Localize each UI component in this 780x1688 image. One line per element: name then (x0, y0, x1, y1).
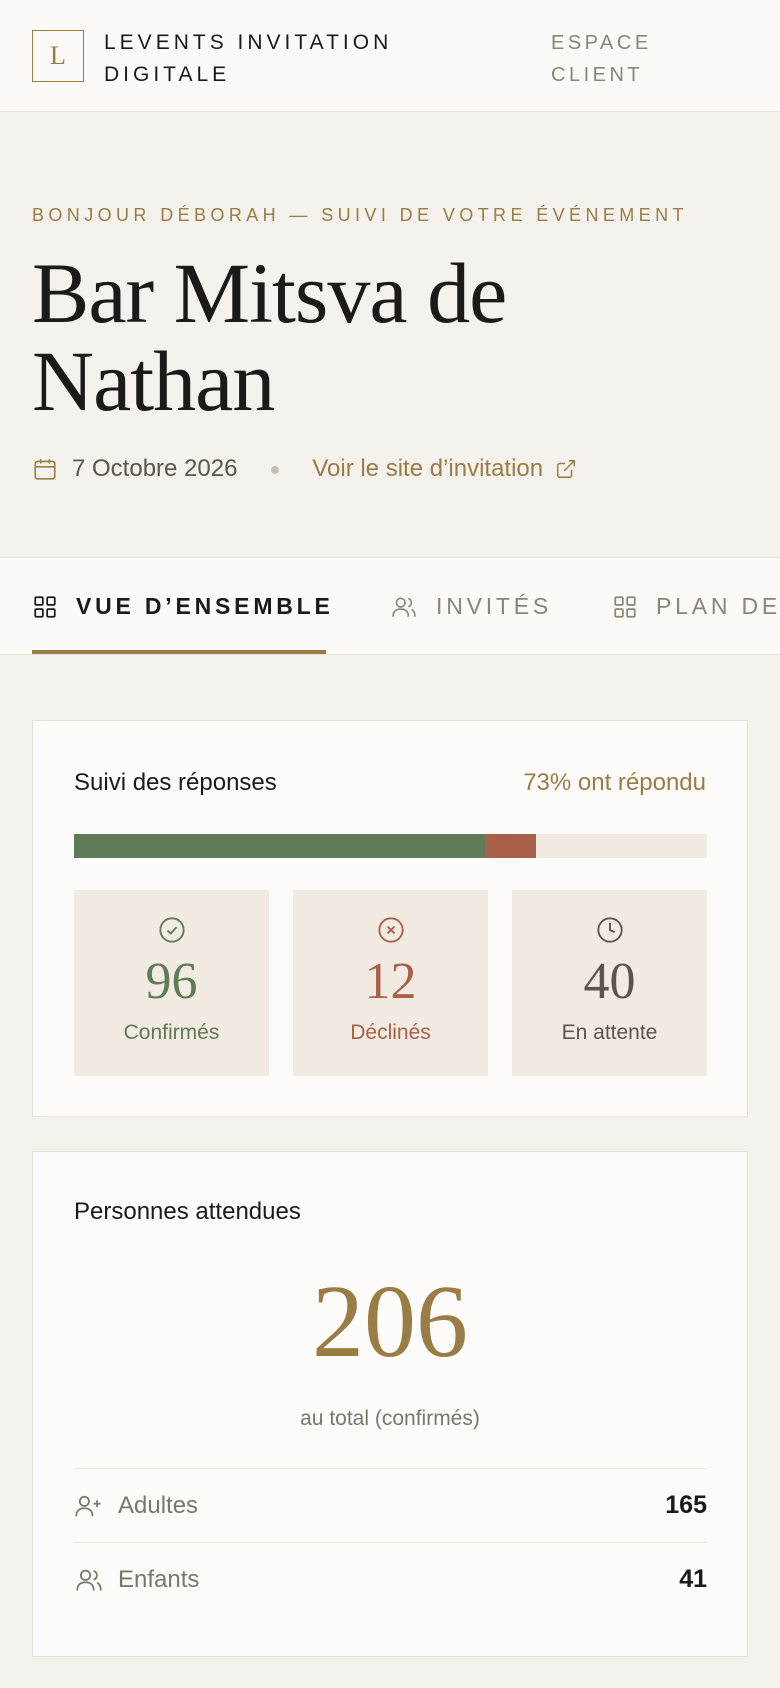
declined-label: Déclinés (350, 1021, 431, 1044)
invitation-site-link[interactable]: Voir le site d’invitation (312, 455, 543, 483)
tab-guests-label: INVITÉS (436, 593, 553, 619)
confirmed-count: 96 (145, 953, 198, 1010)
stat-pending: 40 En attente (512, 890, 707, 1076)
attendee-row-adults: Adultes 165 (74, 1468, 707, 1542)
espace-line-2: CLIENT (551, 64, 644, 86)
stat-declined: 12 Déclinés (293, 890, 488, 1076)
responses-title: Suivi des réponses (74, 769, 277, 796)
espace-client-link[interactable]: ESPACE CLIENT (551, 27, 652, 91)
progress-confirmed (74, 834, 485, 858)
espace-line-1: ESPACE (551, 32, 652, 54)
check-circle-icon (159, 917, 185, 943)
brand-line-2: DIGITALE (104, 63, 231, 86)
children-label: Enfants (118, 1565, 200, 1593)
stat-confirmed: 96 Confirmés (74, 890, 269, 1076)
attendees-title: Personnes attendues (74, 1198, 301, 1225)
tab-seating-plan-label: PLAN DE (656, 593, 780, 619)
event-date: 7 Octobre 2026 (72, 455, 238, 482)
user-plus-icon (75, 1495, 101, 1516)
grid-icon (614, 595, 636, 618)
total-attendees: 206 (312, 1264, 468, 1379)
grid-icon (34, 595, 56, 618)
event-title-line-2: Nathan (32, 333, 275, 429)
active-tab-indicator (32, 650, 326, 654)
users-icon (392, 597, 416, 617)
brand-name[interactable]: LEVENTS INVITATION DIGITALE (104, 27, 392, 91)
pending-label: En attente (561, 1021, 658, 1044)
response-rate: 73% ont répondu (523, 769, 706, 796)
event-title-line-1: Bar Mitsva de (32, 245, 507, 341)
event-title: Bar Mitsva de Nathan (32, 245, 507, 429)
app-header: L LEVENTS INVITATION DIGITALE ESPACE CLI… (0, 0, 780, 112)
calendar-icon (34, 459, 56, 480)
x-circle-icon (378, 917, 404, 943)
tab-seating-plan[interactable]: PLAN DE (612, 558, 780, 654)
tab-overview-label: VUE D’ENSEMBLE (76, 593, 334, 619)
greeting-text: BONJOUR DÉBORAH — SUIVI DE VOTRE ÉVÉNEME… (32, 205, 688, 225)
clock-icon (597, 917, 623, 943)
brand-line-1: LEVENTS INVITATION (104, 31, 393, 54)
tab-bar: VUE D’ENSEMBLE INVITÉS PLAN DE (0, 557, 780, 655)
progress-declined (484, 834, 537, 858)
separator-dot: ● (269, 458, 281, 479)
children-count: 41 (679, 1565, 707, 1593)
users-icon (76, 1569, 102, 1590)
external-link-icon[interactable] (555, 458, 577, 480)
response-progress-bar (74, 834, 707, 858)
total-attendees-label: au total (confirmés) (300, 1407, 480, 1430)
adults-count: 165 (665, 1491, 707, 1519)
tab-overview[interactable]: VUE D’ENSEMBLE (32, 558, 334, 654)
adults-label: Adultes (118, 1491, 199, 1519)
confirmed-label: Confirmés (123, 1021, 220, 1044)
attendees-card: Personnes attendues 206 au total (confir… (32, 1151, 748, 1657)
tab-guests[interactable]: INVITÉS (390, 558, 553, 654)
pending-count: 40 (583, 953, 636, 1010)
responses-card: Suivi des réponses 73% ont répondu 96 Co… (32, 720, 748, 1117)
event-meta: 7 Octobre 2026 ● Voir le site d’invitati… (32, 455, 577, 483)
attendee-row-children: Enfants 41 (74, 1542, 707, 1616)
declined-count: 12 (364, 953, 417, 1010)
brand-logo[interactable]: L (32, 30, 84, 82)
